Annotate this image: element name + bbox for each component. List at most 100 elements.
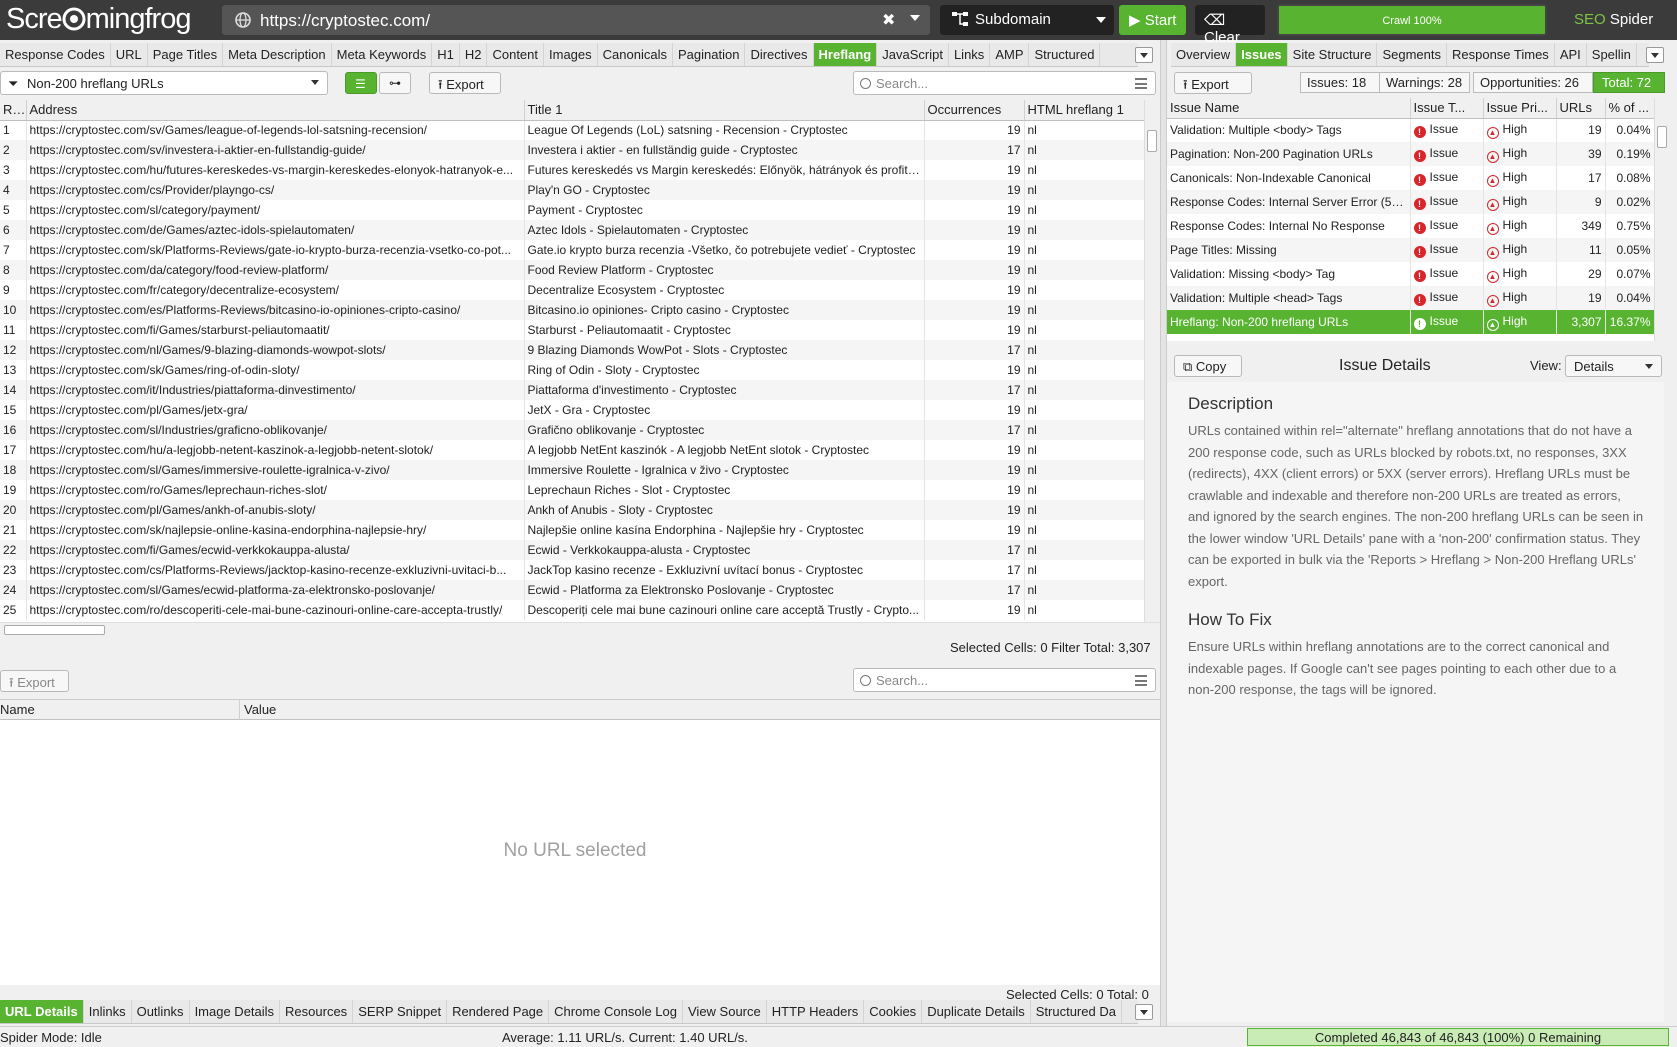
list-view-button[interactable]: ☰ xyxy=(345,72,377,94)
column-header-html-hreflang-1[interactable]: HTML hreflang 1 xyxy=(1024,100,1145,121)
right-tab-overview[interactable]: Overview xyxy=(1171,43,1237,66)
panel-splitter[interactable] xyxy=(1160,40,1167,1026)
url-table-horizontal-scrollbar[interactable] xyxy=(0,622,1160,636)
issue-row[interactable]: Response Codes: Internal No Response! Iss… xyxy=(1167,214,1654,238)
start-button[interactable]: ▶ Start xyxy=(1119,5,1186,35)
column-header-occurrences[interactable]: Occurrences xyxy=(924,100,1025,121)
table-row[interactable]: 21 https://cryptostec.com/sk/najlepsie-on… xyxy=(0,520,1145,540)
tab-images[interactable]: Images xyxy=(544,43,598,66)
table-row[interactable]: 12 https://cryptostec.com/nl/Games/9-blaz… xyxy=(0,340,1145,360)
tree-view-button[interactable]: ⊶ xyxy=(379,72,411,94)
tab-pagination[interactable]: Pagination xyxy=(673,43,746,66)
table-row[interactable]: 3 https://cryptostec.com/hu/futures-keres… xyxy=(0,160,1145,180)
lower-tab-duplicate-details[interactable]: Duplicate Details xyxy=(922,1000,1031,1023)
right-tab-site-structure[interactable]: Site Structure xyxy=(1288,43,1378,66)
column-header-title-1[interactable]: Title 1 xyxy=(524,100,925,121)
table-row[interactable]: 15 https://cryptostec.com/pl/Games/jetx-g… xyxy=(0,400,1145,420)
tab-meta-keywords[interactable]: Meta Keywords xyxy=(332,43,433,66)
scrollbar-thumb[interactable] xyxy=(4,625,105,635)
table-row[interactable]: 10 https://cryptostec.com/es/Platforms-Re… xyxy=(0,300,1145,320)
lower-tab-http-headers[interactable]: HTTP Headers xyxy=(767,1000,865,1023)
tab-h2[interactable]: H2 xyxy=(460,43,488,66)
right-tabs-more-button[interactable] xyxy=(1646,47,1664,63)
issues-vertical-scrollbar[interactable] xyxy=(1654,98,1668,341)
right-tab-api[interactable]: API xyxy=(1555,43,1587,66)
main-tabs-more-button[interactable] xyxy=(1135,47,1153,63)
value-column-header[interactable]: Value xyxy=(240,700,1160,720)
lower-tab-resources[interactable]: Resources xyxy=(280,1000,354,1023)
table-row[interactable]: 8 https://cryptostec.com/da/category/food… xyxy=(0,260,1145,280)
lower-tab-image-details[interactable]: Image Details xyxy=(190,1000,281,1023)
total-count-badge[interactable]: Total: 72 xyxy=(1593,72,1665,93)
issues-column-header-3[interactable]: URLs xyxy=(1556,98,1606,119)
lower-tab-chrome-console-log[interactable]: Chrome Console Log xyxy=(549,1000,683,1023)
tab-hreflang[interactable]: Hreflang xyxy=(813,43,878,66)
tab-h1[interactable]: H1 xyxy=(432,43,460,66)
tab-structured[interactable]: Structured xyxy=(1029,43,1101,66)
lower-tab-url-details[interactable]: URL Details xyxy=(0,1000,84,1023)
table-row[interactable]: 25 https://cryptostec.com/ro/descoperiti-… xyxy=(0,600,1145,620)
issues-column-header-1[interactable]: Issue T... xyxy=(1410,98,1484,119)
scrollbar-thumb[interactable] xyxy=(1657,126,1667,148)
issue-row[interactable]: Validation: Multiple <body> Tags! Issue ▲ H… xyxy=(1167,118,1654,142)
scrollbar-thumb[interactable] xyxy=(1147,130,1157,152)
issue-row[interactable]: Validation: Missing <body> Tag! Issue ▲ Hig… xyxy=(1167,262,1654,286)
tab-content[interactable]: Content xyxy=(487,43,545,66)
tab-javascript[interactable]: JavaScript xyxy=(877,43,949,66)
export-button[interactable]: ⭱ Export xyxy=(429,72,501,94)
table-row[interactable]: 5 https://cryptostec.com/sl/category/paym… xyxy=(0,200,1145,220)
name-column-header[interactable]: Name xyxy=(0,700,240,720)
table-row[interactable]: 22 https://cryptostec.com/fi/Games/ecwid-… xyxy=(0,540,1145,560)
table-row[interactable]: 14 https://cryptostec.com/it/Industries/p… xyxy=(0,380,1145,400)
lower-search-input[interactable]: Search... xyxy=(853,668,1156,692)
tab-canonicals[interactable]: Canonicals xyxy=(598,43,673,66)
crawl-mode-select[interactable]: Subdomain xyxy=(940,5,1114,35)
lower-tab-structured-da[interactable]: Structured Da xyxy=(1031,1000,1122,1023)
table-row[interactable]: 11 https://cryptostec.com/fi/Games/starbu… xyxy=(0,320,1145,340)
table-row[interactable]: 6 https://cryptostec.com/de/Games/aztec-i… xyxy=(0,220,1145,240)
table-row[interactable]: 13 https://cryptostec.com/sk/Games/ring-o… xyxy=(0,360,1145,380)
right-tab-spellin[interactable]: Spellin xyxy=(1587,43,1637,66)
table-row[interactable]: 17 https://cryptostec.com/hu/a-legjobb-ne… xyxy=(0,440,1145,460)
lower-tabs-more-button[interactable] xyxy=(1135,1004,1153,1020)
tab-meta-description[interactable]: Meta Description xyxy=(223,43,332,66)
issues-count-badge[interactable]: Issues: 18 xyxy=(1300,72,1388,93)
tab-directives[interactable]: Directives xyxy=(745,43,814,66)
table-row[interactable]: 4 https://cryptostec.com/cs/Provider/play… xyxy=(0,180,1145,200)
tab-page-titles[interactable]: Page Titles xyxy=(148,43,224,66)
search-options-icon[interactable] xyxy=(1135,675,1147,686)
lower-tab-inlinks[interactable]: Inlinks xyxy=(84,1000,132,1023)
issues-column-header-4[interactable]: % of ... xyxy=(1605,98,1654,119)
table-row[interactable]: 18 https://cryptostec.com/sl/Games/immers… xyxy=(0,460,1145,480)
right-tab-response-times[interactable]: Response Times xyxy=(1447,43,1555,66)
issue-row[interactable]: Hreflang: Non-200 hreflang URLs! Issue ▲ Hi… xyxy=(1167,310,1654,334)
opportunities-count-badge[interactable]: Opportunities: 26 xyxy=(1473,72,1593,93)
lower-export-button[interactable]: ⭱ Export xyxy=(0,670,69,692)
clear-button[interactable]: ⌫ Clear xyxy=(1195,5,1265,46)
lower-tab-view-source[interactable]: View Source xyxy=(683,1000,767,1023)
table-row[interactable]: 20 https://cryptostec.com/pl/Games/ankh-o… xyxy=(0,500,1145,520)
table-row[interactable]: 1 https://cryptostec.com/sv/Games/league-… xyxy=(0,120,1145,140)
issues-export-button[interactable]: ⭱ Export xyxy=(1174,72,1252,94)
warnings-count-badge[interactable]: Warnings: 28 xyxy=(1379,72,1470,93)
lower-tab-outlinks[interactable]: Outlinks xyxy=(132,1000,190,1023)
tab-amp[interactable]: AMP xyxy=(990,43,1030,66)
view-select[interactable]: Details xyxy=(1565,355,1662,377)
table-row[interactable]: 19 https://cryptostec.com/ro/Games/leprec… xyxy=(0,480,1145,500)
copy-button[interactable]: ⧉ Copy xyxy=(1174,355,1242,377)
right-tab-segments[interactable]: Segments xyxy=(1377,43,1447,66)
search-input[interactable]: Search... xyxy=(853,71,1156,95)
issue-row[interactable]: Response Codes: Internal Server Error (5… xyxy=(1167,190,1654,214)
table-row[interactable]: 9 https://cryptostec.com/fr/category/dece… xyxy=(0,280,1145,300)
tab-url[interactable]: URL xyxy=(111,43,148,66)
url-table-vertical-scrollbar[interactable] xyxy=(1144,100,1158,622)
column-header-row[interactable]: Row xyxy=(0,100,27,121)
table-row[interactable]: 24 https://cryptostec.com/sl/Games/ecwid-… xyxy=(0,580,1145,600)
table-row[interactable]: 23 https://cryptostec.com/cs/Platforms-Re… xyxy=(0,560,1145,580)
issues-column-header-0[interactable]: Issue Name xyxy=(1167,98,1411,119)
lower-tab-serp-snippet[interactable]: SERP Snippet xyxy=(353,1000,448,1023)
table-row[interactable]: 7 https://cryptostec.com/sk/Platforms-Rev… xyxy=(0,240,1145,260)
lower-tab-cookies[interactable]: Cookies xyxy=(864,1000,923,1023)
issue-row[interactable]: Validation: Multiple <head> Tags! Issue ▲ H… xyxy=(1167,286,1654,310)
column-header-address[interactable]: Address xyxy=(26,100,525,121)
